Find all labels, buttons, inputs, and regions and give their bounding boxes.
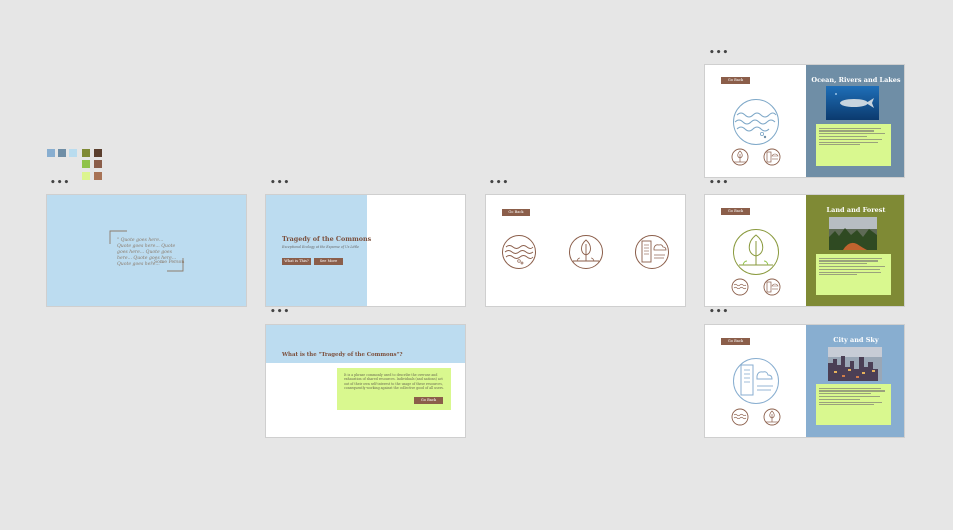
water-small-icon[interactable] bbox=[731, 278, 749, 296]
swatch-tan[interactable] bbox=[94, 172, 102, 180]
frame-options-icon[interactable]: ••• bbox=[270, 308, 290, 317]
go-back-button[interactable]: Go Back bbox=[414, 397, 443, 404]
tree-icon bbox=[733, 229, 779, 275]
ocean-frame[interactable]: Go Back Ocean, Rivers and Lakes bbox=[704, 64, 905, 178]
city-title: City and Sky bbox=[833, 336, 879, 344]
swatch-green[interactable] bbox=[82, 160, 90, 168]
title-slide-frame[interactable]: Tragedy of the Commons Exceptional Ecolo… bbox=[265, 194, 466, 307]
frame-options-icon[interactable]: ••• bbox=[489, 179, 509, 188]
go-back-button[interactable]: Go Back bbox=[721, 77, 750, 84]
quote-author: - Some Person bbox=[151, 260, 185, 265]
frame-options-icon[interactable]: ••• bbox=[709, 49, 729, 58]
title-slide-subtitle: Exceptional Ecology at the Expense of Us… bbox=[282, 245, 359, 249]
swatch-lime[interactable] bbox=[82, 172, 90, 180]
go-back-button[interactable]: Go Back bbox=[502, 209, 530, 216]
swatch-brown[interactable] bbox=[94, 160, 102, 168]
go-back-button[interactable]: Go Back bbox=[721, 208, 750, 215]
water-icon[interactable] bbox=[501, 234, 537, 270]
land-frame[interactable]: Go Back Land and Forest bbox=[704, 194, 905, 307]
swatch-dark-brown[interactable] bbox=[94, 149, 102, 157]
forest-photo bbox=[829, 217, 877, 250]
city-photo bbox=[828, 347, 882, 381]
land-side-panel: Land and Forest bbox=[806, 195, 904, 306]
water-icon bbox=[733, 99, 779, 145]
swatch-light-blue[interactable] bbox=[69, 149, 77, 157]
city-small-icon[interactable] bbox=[763, 148, 781, 166]
tree-icon[interactable] bbox=[568, 234, 604, 270]
city-icon[interactable] bbox=[634, 234, 670, 270]
quote-frame[interactable]: " Quote goes here... Quote goes here... … bbox=[46, 194, 247, 307]
title-slide-blue-panel bbox=[266, 195, 367, 306]
swatch-slate[interactable] bbox=[58, 149, 66, 157]
land-title: Land and Forest bbox=[826, 206, 886, 214]
tree-small-icon[interactable] bbox=[763, 408, 781, 426]
icons-slide-frame[interactable]: Go Back bbox=[485, 194, 686, 307]
swatch-olive[interactable] bbox=[82, 149, 90, 157]
go-back-button[interactable]: Go Back bbox=[721, 338, 750, 345]
what-is-this-button[interactable]: What is This? bbox=[282, 258, 311, 265]
city-small-icon[interactable] bbox=[763, 278, 781, 296]
what-is-body-text: It is a phrase commonly used to describe… bbox=[344, 373, 444, 391]
see-more-button[interactable]: See More bbox=[314, 258, 343, 265]
water-small-icon[interactable] bbox=[731, 408, 749, 426]
frame-options-icon[interactable]: ••• bbox=[270, 179, 290, 188]
city-icon bbox=[733, 358, 779, 404]
what-is-title: What is the "Tragedy of the Commons"? bbox=[282, 352, 403, 358]
ocean-photo bbox=[826, 86, 879, 120]
frame-options-icon[interactable]: ••• bbox=[709, 179, 729, 188]
title-slide-title: Tragedy of the Commons bbox=[282, 235, 372, 243]
swatch-blue[interactable] bbox=[47, 149, 55, 157]
frame-options-icon[interactable]: ••• bbox=[709, 308, 729, 317]
ocean-title: Ocean, Rivers and Lakes bbox=[811, 76, 901, 84]
city-text-box bbox=[816, 384, 891, 425]
ocean-text-box bbox=[816, 124, 891, 166]
tree-small-icon[interactable] bbox=[731, 148, 749, 166]
frame-options-icon[interactable]: ••• bbox=[50, 179, 70, 188]
city-frame[interactable]: Go Back City and Sky bbox=[704, 324, 905, 438]
land-text-box bbox=[816, 254, 891, 295]
city-side-panel: City and Sky bbox=[806, 325, 904, 437]
ocean-side-panel: Ocean, Rivers and Lakes bbox=[806, 65, 904, 177]
what-is-slide-frame[interactable]: What is the "Tragedy of the Commons"? It… bbox=[265, 324, 466, 438]
